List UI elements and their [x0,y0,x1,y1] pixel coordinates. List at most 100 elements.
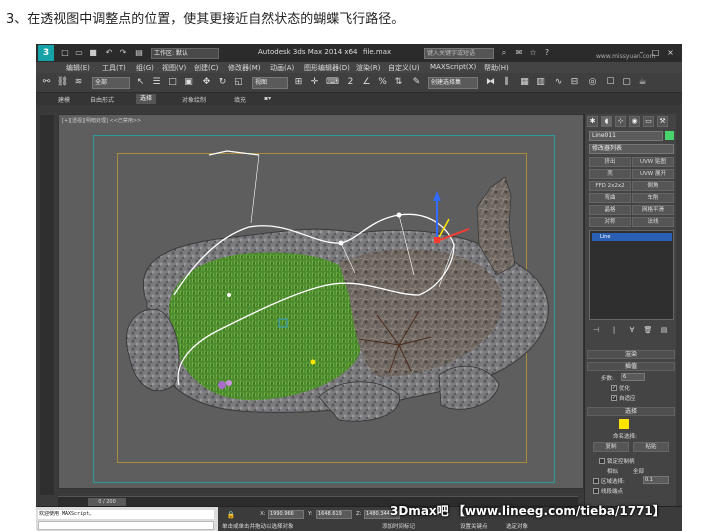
workspace-dropdown[interactable]: 工作区: 默认 [151,48,219,59]
modifier-button-bevel[interactable]: 倒角 [632,181,674,191]
menu-graph-editors[interactable]: 图形编辑器(D) [304,63,350,73]
selection-lock-icon[interactable]: 🔒 [226,509,236,519]
communication-center-icon[interactable]: ✉ [514,48,524,58]
ribbon-options-icon[interactable]: ▪▾ [264,95,271,102]
area-select-checkbox[interactable] [593,478,599,484]
hierarchy-tab-icon[interactable]: ⊹ [615,116,626,127]
unlink-icon[interactable]: ⛓ [56,76,69,89]
perspective-viewport[interactable]: [+][透视][明暗处理] <<已禁用>> [58,114,584,489]
render-production-icon[interactable]: ☕ [636,76,649,89]
scale-icon[interactable]: ◱ [232,76,245,89]
undo-icon[interactable]: ↶ [104,48,114,58]
menu-maxscript[interactable]: MAXScript(X) [430,63,476,71]
modifier-button-uvw-map[interactable]: UVW 贴图 [632,157,674,167]
menu-animation[interactable]: 动画(A) [270,63,294,73]
object-name-field[interactable]: Line011 [589,131,663,141]
display-tab-icon[interactable]: ▭ [643,116,654,127]
modifier-button-bend[interactable]: 弯曲 [589,193,631,203]
new-file-icon[interactable]: □ [60,48,70,58]
menu-modifiers[interactable]: 修改器(M) [228,63,261,73]
lock-handles-checkbox[interactable] [599,458,605,464]
menu-create[interactable]: 创建(C) [194,63,218,73]
motion-tab-icon[interactable]: ◉ [629,116,640,127]
steps-spinner[interactable]: 6 [621,373,645,381]
help-icon[interactable]: ? [542,48,552,58]
paste-selection-button[interactable]: 粘贴 [633,442,669,452]
keyboard-shortcut-icon[interactable]: ⌨ [326,76,339,89]
modifier-button-normal[interactable]: 法线 [632,217,674,227]
search-icon[interactable]: ⌕ [499,48,509,58]
bind-space-warp-icon[interactable]: ≋ [72,76,85,89]
named-selection-dropdown[interactable]: 创建选择集 [428,77,478,89]
menu-group[interactable]: 组(G) [136,63,154,73]
graphite-toggle-icon[interactable]: ▥ [534,76,547,89]
project-folder-icon[interactable]: ▤ [134,48,144,58]
optimize-checkbox[interactable]: ✓ [611,385,617,391]
align-icon[interactable]: ⫼ [500,76,513,89]
set-key-label[interactable]: 设置关键点 [460,522,488,530]
rollout-rendering[interactable]: 渲染 [587,350,675,359]
spinner-snap-icon[interactable]: ⇅ [392,76,405,89]
percent-snap-icon[interactable]: % [376,76,389,89]
select-link-icon[interactable]: ⚯ [40,76,53,89]
similar-radio[interactable]: 相似 [607,467,618,475]
pin-stack-icon[interactable]: ⊣ [591,324,601,334]
show-end-result-icon[interactable]: | [609,324,619,334]
ribbon-tab-selection[interactable]: 选择 [136,94,157,104]
utilities-tab-icon[interactable]: ⚒ [657,116,668,127]
menu-rendering[interactable]: 渲染(R) [356,63,380,73]
select-object-icon[interactable]: ↖ [134,76,147,89]
rotate-icon[interactable]: ↻ [216,76,229,89]
select-by-name-icon[interactable]: ☰ [150,76,163,89]
copy-selection-button[interactable]: 复制 [593,442,629,452]
viewport-layout-tab[interactable] [40,115,54,495]
object-color-swatch[interactable] [665,131,674,140]
save-icon[interactable]: ■ [88,48,98,58]
mirror-icon[interactable]: ⧓ [484,76,497,89]
y-coordinate-field[interactable]: 1648.619 [316,510,352,519]
menu-customize[interactable]: 自定义(U) [388,63,420,73]
pivot-center-icon[interactable]: ⊞ [292,76,305,89]
stack-item-line[interactable]: Line [592,233,672,241]
configure-sets-icon[interactable]: ▤ [659,324,669,334]
material-editor-icon[interactable]: ◎ [586,76,599,89]
manipulate-icon[interactable]: ✛ [308,76,321,89]
menu-tools[interactable]: 工具(T) [102,63,126,73]
modifier-button-unwrap-uvw[interactable]: UVW 展开 [632,169,674,179]
remove-modifier-icon[interactable]: 🗑 [643,324,653,334]
segment-end-checkbox[interactable] [593,488,599,494]
edit-named-sel-icon[interactable]: ✎ [410,76,423,89]
modifier-button-lattice[interactable]: 晶格 [589,205,631,215]
rect-selection-icon[interactable]: □ [166,76,179,89]
ribbon-tab-freeform[interactable]: 自由形式 [90,95,114,104]
window-crossing-icon[interactable]: ▣ [182,76,195,89]
vertex-subobject-icon[interactable] [619,419,629,429]
app-logo-icon[interactable]: 3 [38,45,54,61]
schematic-view-icon[interactable]: ⊟ [568,76,581,89]
snaps-toggle-icon[interactable]: 2 [344,76,357,89]
modifier-button-extrude[interactable]: 挤出 [589,157,631,167]
ribbon-tab-object-paint[interactable]: 对象绘制 [182,95,206,104]
favorites-icon[interactable]: ☆ [528,48,538,58]
selection-filter-dropdown[interactable]: 全部 [92,77,130,89]
modify-tab-icon[interactable]: ◖ [601,116,612,127]
modifier-stack[interactable]: Line [589,230,674,320]
render-setup-icon[interactable]: ☐ [604,76,617,89]
ribbon-tab-modeling[interactable]: 建模 [58,95,70,104]
x-coordinate-field[interactable]: 1990.966 [268,510,304,519]
curve-editor-icon[interactable]: ∿ [552,76,565,89]
redo-icon[interactable]: ↷ [118,48,128,58]
time-slider-knob[interactable]: 0 / 200 [88,498,126,506]
reference-coord-dropdown[interactable]: 视图 [252,77,288,89]
open-file-icon[interactable]: ▭ [74,48,84,58]
all-radio[interactable]: 全部 [633,467,644,475]
add-time-tag[interactable]: 添加时间标记 [382,522,415,530]
rendered-frame-icon[interactable]: ▢ [620,76,633,89]
maxscript-output[interactable]: 欢迎使用 MAXScript。 [38,510,214,519]
menu-views[interactable]: 视图(V) [162,63,186,73]
menu-help[interactable]: 帮助(H) [484,63,509,73]
search-input[interactable]: 键入关键字或短语 [424,48,494,59]
modifier-button-symmetry[interactable]: 对称 [589,217,631,227]
maxscript-input[interactable] [38,521,214,530]
modifier-button-meshsmooth[interactable]: 网格平滑 [632,205,674,215]
